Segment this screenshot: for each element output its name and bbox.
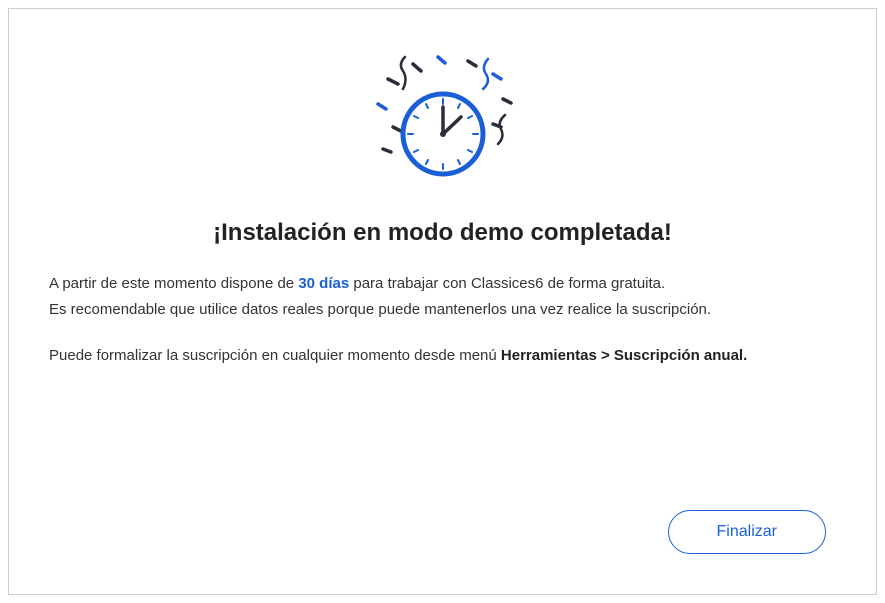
finalize-button[interactable]: Finalizar bbox=[668, 510, 826, 554]
body-line-3: Puede formalizar la suscripción en cualq… bbox=[49, 344, 836, 368]
dialog-title: ¡Instalación en modo demo completada! bbox=[49, 219, 836, 247]
install-complete-dialog: ¡Instalación en modo demo completada! A … bbox=[8, 8, 877, 595]
clock-confetti-icon bbox=[343, 49, 543, 199]
menu-path-text: Herramientas > Suscripción anual. bbox=[501, 347, 747, 364]
clock-confetti-illustration bbox=[49, 49, 836, 199]
body-line-1-post: para trabajar con Classices6 de forma gr… bbox=[353, 275, 665, 292]
dialog-footer: Finalizar bbox=[49, 510, 836, 564]
trial-days-text: 30 días bbox=[298, 275, 349, 292]
body-line-3-pre: Puede formalizar la suscripción en cualq… bbox=[49, 347, 501, 364]
body-line-1: A partir de este momento dispone de 30 d… bbox=[49, 272, 836, 296]
body-line-1-pre: A partir de este momento dispone de bbox=[49, 275, 298, 292]
dialog-body: A partir de este momento dispone de 30 d… bbox=[49, 272, 836, 370]
body-line-2: Es recomendable que utilice datos reales… bbox=[49, 298, 836, 322]
